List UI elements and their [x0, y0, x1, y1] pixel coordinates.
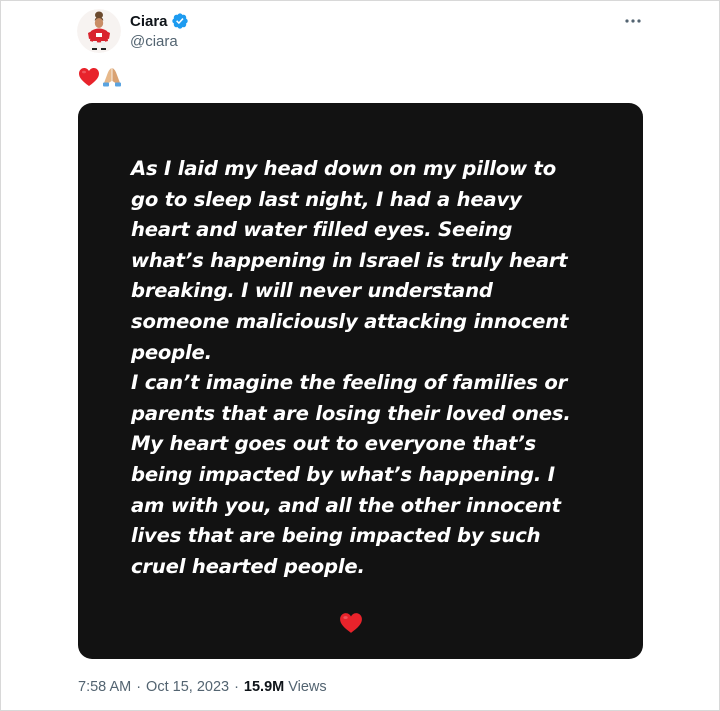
- media-text: As I laid my head down on my pillow to g…: [131, 157, 571, 578]
- tweet-time[interactable]: 7:58 AM: [78, 679, 131, 695]
- tweet-media-image[interactable]: As I laid my head down on my pillow to g…: [78, 103, 643, 659]
- user-handle[interactable]: @ciara: [130, 33, 189, 50]
- red-heart-icon: [78, 67, 100, 92]
- separator: ·: [136, 679, 142, 695]
- views-count: 15.9M: [243, 679, 285, 695]
- folded-hands-icon: [101, 66, 123, 93]
- tweet-metadata: 7:58 AM · Oct 15, 2023 · 15.9M Views: [78, 677, 327, 697]
- tweet-date[interactable]: Oct 15, 2023: [146, 679, 229, 695]
- verified-badge-icon[interactable]: [171, 12, 189, 30]
- tweet-card: Ciara @ciara As I laid my head down on m…: [0, 0, 720, 711]
- avatar[interactable]: [77, 9, 121, 53]
- views-label: Views: [288, 679, 327, 695]
- display-name[interactable]: Ciara: [130, 13, 168, 30]
- user-info: Ciara @ciara: [130, 11, 189, 50]
- red-heart-icon: [339, 612, 363, 636]
- tweet-text: [78, 67, 123, 91]
- separator: ·: [234, 679, 239, 695]
- more-options-icon[interactable]: [623, 11, 643, 31]
